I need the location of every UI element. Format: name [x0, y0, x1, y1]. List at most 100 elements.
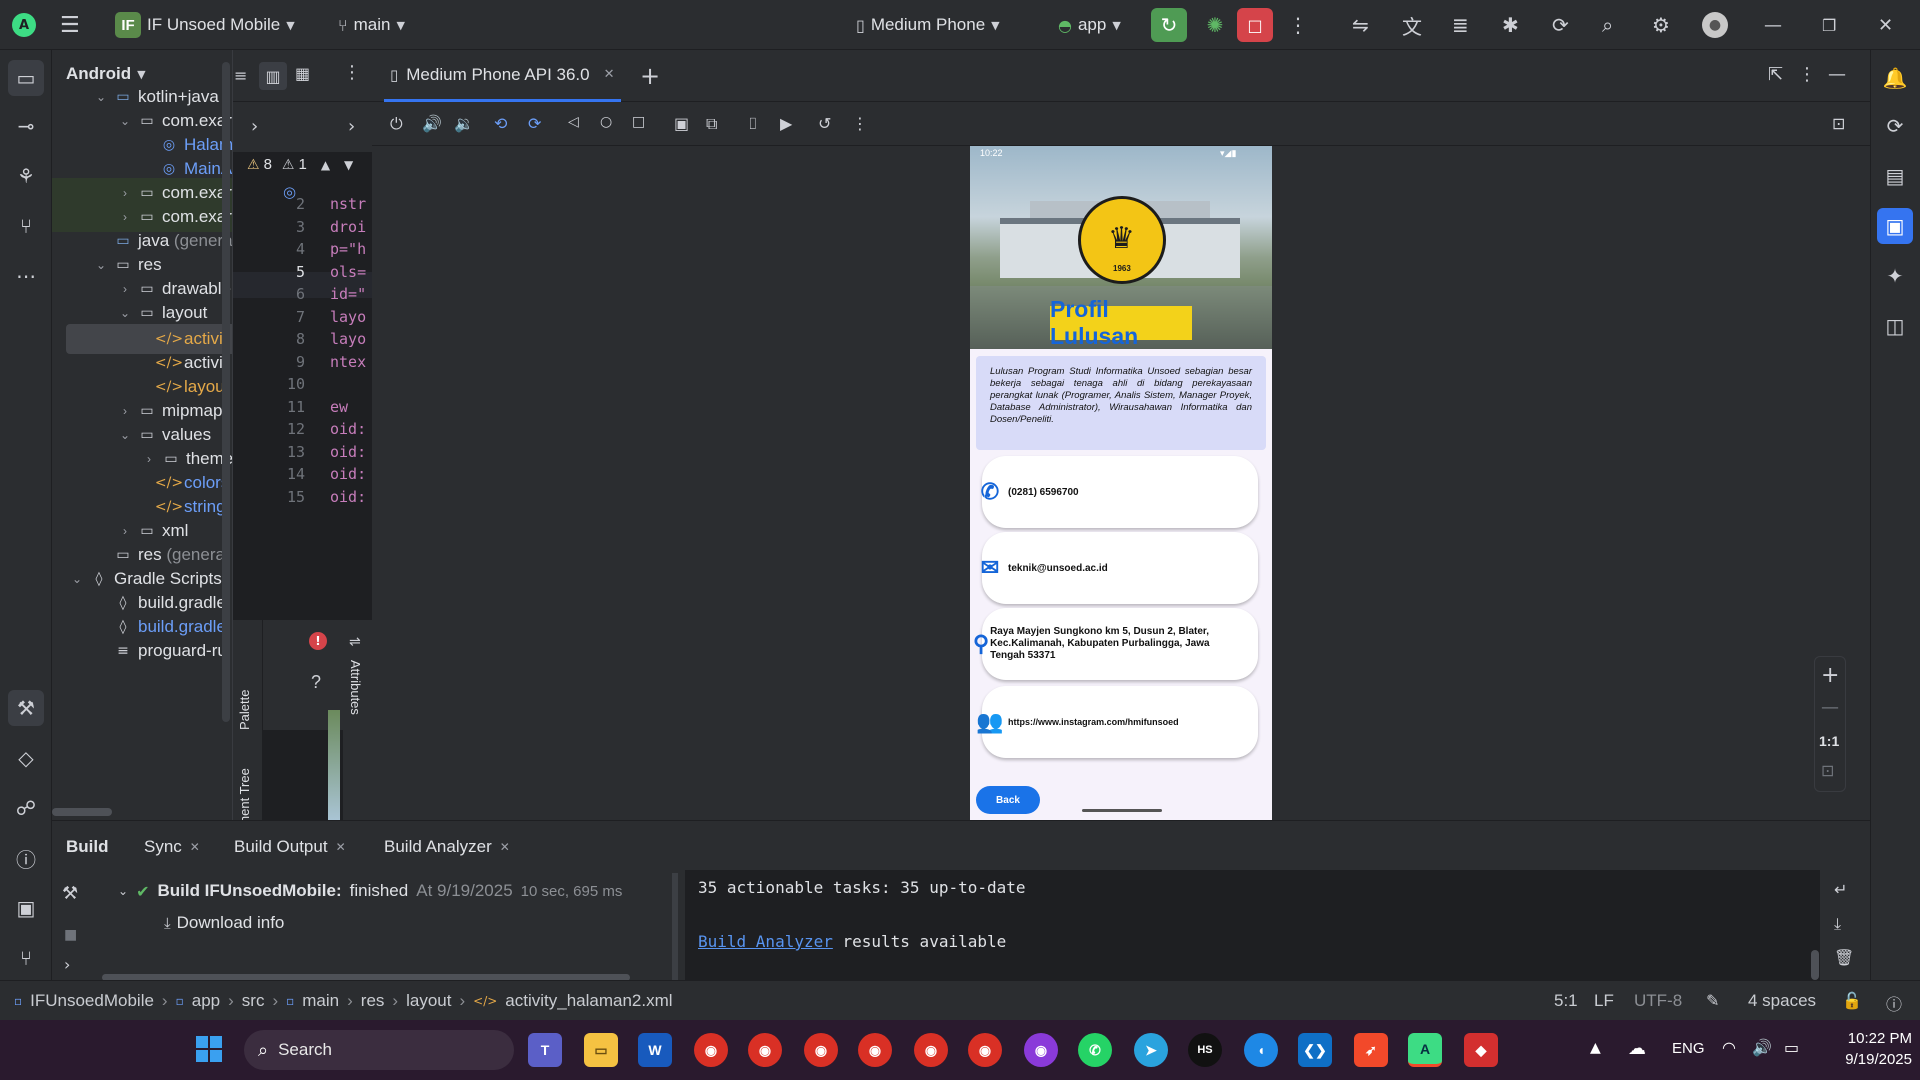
code-fragment[interactable]: oid: — [330, 443, 370, 461]
attributes-tab[interactable]: Attributes — [348, 660, 363, 715]
tab-sync[interactable]: Sync ✕ — [144, 837, 200, 857]
indent-setting[interactable]: 4 spaces — [1748, 991, 1816, 1011]
vscode-icon[interactable]: ❮❯ — [1298, 1033, 1332, 1067]
close-icon[interactable]: ✕ — [336, 840, 346, 854]
code-fragment[interactable]: oid: — [330, 488, 370, 506]
breadcrumb-item[interactable]: IFUnsoedMobile — [30, 991, 154, 1011]
volume-icon[interactable]: 🔊 — [1752, 1038, 1772, 1057]
debug-button[interactable]: ✺ — [1200, 8, 1230, 42]
breadcrumb-item[interactable]: app — [192, 991, 220, 1011]
palette-tab[interactable]: Palette — [237, 690, 252, 730]
zoom-fit-icon[interactable]: ⊡ — [1821, 761, 1834, 780]
firebase-icon[interactable]: ➶ — [1354, 1033, 1388, 1067]
input-language[interactable]: ENG — [1672, 1040, 1705, 1057]
code-fragment[interactable]: ols= — [330, 263, 370, 281]
volume-up-icon[interactable]: 🔊 — [422, 114, 442, 133]
rotate-right-icon[interactable]: ⟳ — [528, 114, 541, 133]
battery-icon[interactable]: ▭ — [1784, 1038, 1799, 1057]
stop-button[interactable]: □ — [1237, 8, 1273, 42]
close-icon[interactable]: ✕ — [190, 840, 200, 854]
design-view-icon[interactable]: ▦ — [295, 64, 310, 83]
horizontal-scrollbar[interactable] — [52, 808, 112, 816]
close-icon[interactable]: ✕ — [604, 67, 615, 82]
close-icon[interactable]: ✕ — [500, 840, 510, 854]
project-folder-icon[interactable]: ▭ — [8, 60, 44, 96]
logcat-icon[interactable]: ☍ — [8, 790, 44, 826]
back-nav-icon[interactable]: ◁ — [568, 114, 579, 130]
vertical-scrollbar[interactable] — [222, 62, 230, 722]
overview-nav-icon[interactable]: □ — [632, 114, 645, 130]
more-tools-icon[interactable]: ⋯ — [8, 258, 44, 294]
lock-icon[interactable]: 🔓 — [1842, 991, 1862, 1010]
contact-instagram-card[interactable]: 👥 https://www.instagram.com/hmifunsoed — [976, 686, 1258, 758]
build-result-row[interactable]: ⌄ ✔ Build IFUnsoedMobile: finished At 9/… — [118, 881, 622, 901]
gem-icon[interactable]: ◇ — [8, 740, 44, 776]
chevron-right-icon[interactable]: › — [64, 955, 70, 974]
open-external-icon[interactable]: ⇱ — [1768, 64, 1783, 85]
whatsapp-icon[interactable]: ✆ — [1078, 1033, 1112, 1067]
clock-date[interactable]: 9/19/2025 — [1830, 1051, 1912, 1068]
device-tab[interactable]: ▯ Medium Phone API 36.0 ✕ — [384, 50, 621, 102]
problems-icon[interactable]: ⓘ — [8, 840, 44, 876]
vertical-scrollbar[interactable] — [1811, 950, 1819, 980]
gemini-sparkle-icon[interactable]: ✦ — [1877, 258, 1913, 294]
breadcrumb-item[interactable]: src — [242, 991, 265, 1011]
code-fragment[interactable]: id=" — [330, 285, 370, 303]
stop-build-icon[interactable]: ■ — [64, 927, 77, 943]
attributes-icon[interactable]: ⇌ — [349, 634, 361, 650]
run-config-selector[interactable]: ◓ app ▼ — [1058, 8, 1121, 42]
splitter[interactable] — [672, 873, 678, 981]
chevron-right-icon[interactable]: › — [251, 116, 258, 137]
telegram-icon[interactable]: ➤ — [1134, 1033, 1168, 1067]
help-label[interactable]: ? — [311, 672, 321, 693]
word-icon[interactable]: W — [638, 1033, 672, 1067]
more-options-icon[interactable]: ⋮ — [343, 62, 361, 83]
error-icon[interactable]: ! — [309, 632, 327, 650]
reset-icon[interactable]: ↺ — [818, 114, 831, 133]
code-fragment[interactable]: p="h — [330, 240, 370, 258]
tab-build-output[interactable]: Build Output ✕ — [234, 837, 346, 857]
minimize-window-icon[interactable]: — — [1764, 8, 1782, 42]
contact-email-card[interactable]: ✉ teknik@unsoed.ac.id — [981, 532, 1258, 604]
mirror-icon[interactable]: ⧉ — [706, 114, 717, 134]
breadcrumb-item[interactable]: res — [361, 991, 385, 1011]
chrome-icon[interactable]: ◉ — [968, 1033, 1002, 1067]
commit-icon[interactable]: ⊸ — [8, 108, 44, 144]
code-fragment[interactable]: oid: — [330, 465, 370, 483]
android-studio-logo-icon[interactable]: A — [12, 8, 36, 42]
android-studio-taskbar-icon[interactable]: A — [1408, 1033, 1442, 1067]
hs-app-icon[interactable]: HS — [1188, 1033, 1222, 1067]
ai-assist-icon[interactable]: ✎ — [1706, 991, 1719, 1010]
breadcrumb-item[interactable]: main — [302, 991, 339, 1011]
menu-lines-icon[interactable]: ≡ — [234, 66, 247, 85]
chrome-icon[interactable]: ◉ — [858, 1033, 892, 1067]
caret-position[interactable]: 5:1 — [1554, 991, 1578, 1011]
pull-requests-icon[interactable]: ⑂ — [8, 208, 44, 244]
chrome-icon[interactable]: ◉ — [914, 1033, 948, 1067]
running-devices-icon[interactable]: ▣ — [1877, 208, 1913, 244]
line-ending[interactable]: LF — [1594, 991, 1614, 1011]
project-view-selector[interactable]: Android ▼ — [66, 64, 146, 84]
zoom-out-icon[interactable]: — — [1821, 697, 1839, 718]
file-explorer-icon[interactable]: ▭ — [584, 1033, 618, 1067]
more-actions-icon[interactable]: ⋮ — [1288, 8, 1308, 42]
structure-icon[interactable]: ≣ — [1452, 8, 1469, 42]
tab-build-analyzer[interactable]: Build Analyzer ✕ — [384, 837, 510, 857]
home-nav-icon[interactable]: ○ — [600, 114, 612, 130]
download-info-row[interactable]: ⤓ Download info — [164, 913, 284, 933]
chrome-icon[interactable]: ◉ — [804, 1033, 838, 1067]
code-fragment[interactable]: oid: — [330, 420, 370, 438]
clock-time[interactable]: 10:22 PM — [1830, 1030, 1912, 1047]
problems-icon[interactable]: ⓘ — [1886, 991, 1902, 1015]
windows-start-icon[interactable] — [196, 1036, 222, 1062]
teams-icon[interactable]: T — [528, 1033, 562, 1067]
wifi-icon[interactable]: ◠ — [1722, 1038, 1736, 1057]
device-selector[interactable]: ▯ Medium Phone ▼ — [856, 8, 1000, 42]
chevron-right-icon[interactable]: › — [348, 116, 355, 137]
contact-address-card[interactable]: ⚲ Raya Mayjen Sungkono km 5, Dusun 2, Bla… — [973, 608, 1258, 680]
inspection-summary[interactable]: ⚠ 8 ⚠ 1 ▲ ▼ — [247, 156, 353, 173]
minimize-panel-icon[interactable]: — — [1828, 64, 1846, 85]
zoom-actual-size[interactable]: 1:1 — [1819, 733, 1839, 749]
zoom-in-icon[interactable]: + — [1821, 663, 1839, 688]
onedrive-icon[interactable]: ☁ — [1628, 1038, 1646, 1059]
